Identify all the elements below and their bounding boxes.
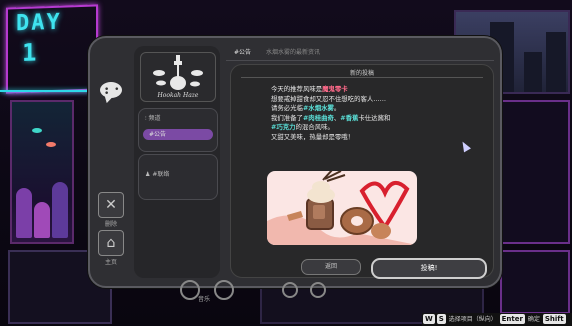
post-line: 请务必光临#水烟水雾。 <box>271 104 451 114</box>
divider <box>241 77 483 78</box>
building-silhouette <box>546 32 566 92</box>
hint-confirm: 确定 <box>527 316 540 323</box>
highlight-text: 魔鬼零卡 <box>322 85 348 93</box>
key-w: W <box>423 314 435 324</box>
aquarium-decoration <box>10 100 74 244</box>
channel-item-label: #公告 <box>149 131 167 138</box>
delete-label: 删除 <box>104 221 117 228</box>
app-sidebar: • • • ✕ 删除 ⌂ 主页 <box>96 44 126 280</box>
next-icon[interactable] <box>310 282 326 298</box>
key-shift: Shift <box>542 314 566 324</box>
home-label: 主页 <box>104 259 117 266</box>
key-s: S <box>436 314 446 324</box>
hashtag: #巧克力 <box>271 123 296 132</box>
post-image <box>267 171 417 245</box>
dessert-illustration <box>267 171 417 245</box>
control-hints: WS 选择项目（纵向） Enter 确定 Shift <box>422 313 572 326</box>
neon-day-text: DAY <box>16 9 62 37</box>
pause-icon[interactable] <box>282 282 298 298</box>
channel-panel: Hookah Haze ⫶ 频道 #公告 ♟ #联络 <box>134 46 220 278</box>
channel-icon: ⫶ <box>145 115 147 122</box>
chat-bubble-icon: • • • <box>100 82 122 99</box>
new-post-card: 新的投稿 今天的推荐风味是魔鬼零卡 想要戒掉甜食却又忍不住想吃的客人…… 请务必… <box>230 64 494 279</box>
neon-day-number: 1 <box>22 38 37 68</box>
home-icon[interactable]: ⌂ <box>98 230 124 256</box>
tab-news[interactable]: 水烟水雾的最新资讯 <box>266 47 320 56</box>
channel-list: ⫶ 频道 #公告 <box>138 108 218 152</box>
post-line: 今天的推荐风味是魔鬼零卡 <box>271 85 451 95</box>
music-label: 音乐 <box>198 296 211 303</box>
hookah-logo: Hookah Haze <box>140 52 216 102</box>
return-button[interactable]: 返回 <box>301 259 361 275</box>
neon-line <box>0 90 90 92</box>
coral-decoration <box>52 182 68 238</box>
dm-list: ♟ #联络 <box>138 154 218 200</box>
dm-header-label: #联络 <box>152 171 170 178</box>
close-icon[interactable]: ✕ <box>98 192 124 218</box>
fish-decoration <box>46 142 56 147</box>
neon-panel <box>496 100 570 244</box>
music-control-icon[interactable] <box>214 280 234 300</box>
coral-decoration <box>34 202 50 238</box>
music-control-icon[interactable] <box>180 280 200 300</box>
logo-text: Hookah Haze <box>157 92 199 99</box>
fish-decoration <box>32 128 42 133</box>
hashtag: #香蕉 <box>340 113 359 122</box>
tab-bar: #公告 水烟水雾的最新资讯 <box>226 44 494 61</box>
dm-header[interactable]: ♟ #联络 <box>145 169 169 178</box>
channel-header: ⫶ 频道 <box>145 113 160 123</box>
post-line: 又甜又美味，热量却是零哦！ <box>271 132 355 141</box>
hookah-icon <box>153 55 203 90</box>
main-content: #公告 水烟水雾的最新资讯 新的投稿 今天的推荐风味是魔鬼零卡 想要戒掉甜食却又… <box>226 44 494 280</box>
hashtag: #肉桂曲奇 <box>302 113 334 122</box>
coral-decoration <box>16 188 32 238</box>
post-text: 的混合风味。 <box>295 123 334 132</box>
neon-shelf <box>500 250 570 314</box>
neon-day-sign: DAY 1 <box>6 4 98 94</box>
post-line: #巧克力的混合风味。 <box>271 123 451 133</box>
post-text: 今天的推荐风味是 <box>271 85 323 93</box>
hashtag: #水烟水雾 <box>302 104 334 113</box>
post-text: 请务必光临 <box>271 104 303 113</box>
channel-header-label: 频道 <box>148 115 161 122</box>
app-dialog: • • • ✕ 删除 ⌂ 主页 Hookah Haze ⫶ 频道 #公告 ♟ #… <box>88 36 502 288</box>
post-text: 卡仕达酱和 <box>358 113 391 122</box>
person-icon: ♟ <box>145 171 151 178</box>
channel-item-announcements[interactable]: #公告 <box>143 129 213 140</box>
post-line: 我们准备了#肉桂曲奇、#香蕉卡仕达酱和 <box>271 114 451 124</box>
post-line: 想要戒掉甜食却又忍不住想吃的客人…… <box>271 94 387 103</box>
post-body: 今天的推荐风味是魔鬼零卡 想要戒掉甜食却又忍不住想吃的客人…… 请务必光临#水烟… <box>271 85 451 143</box>
submit-post-button[interactable]: 投稿! <box>371 258 487 279</box>
card-title: 新的投稿 <box>349 70 374 77</box>
post-text: 。 <box>333 104 341 113</box>
tab-announcements[interactable]: #公告 <box>234 47 251 56</box>
building-silhouette <box>524 52 542 92</box>
key-enter: Enter <box>499 314 525 324</box>
post-text: 我们准备了 <box>271 113 303 122</box>
hint-select: 选择项目（纵向） <box>448 316 497 323</box>
